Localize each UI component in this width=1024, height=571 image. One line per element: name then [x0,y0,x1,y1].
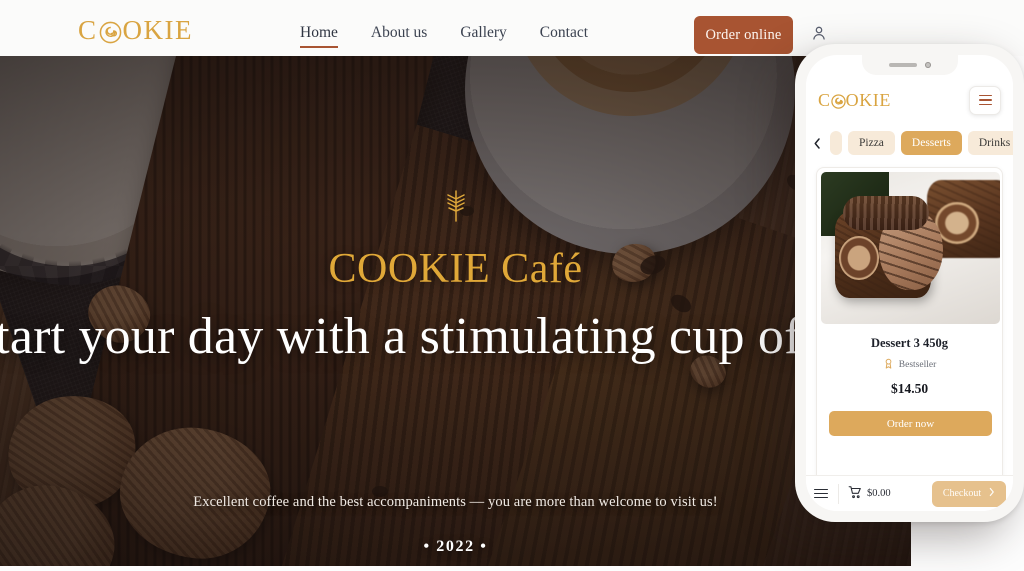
phone-notch [861,55,958,75]
hamburger-icon[interactable] [969,85,1001,115]
hero-eyebrow: COOKIE Café [328,246,583,292]
shopping-cart-icon [848,485,862,502]
category-pill-pizza[interactable]: Pizza [848,131,895,155]
user-icon[interactable] [810,24,828,42]
nav-item-about-us[interactable]: About us [371,25,427,48]
logo-text-after: OKIE [122,15,193,45]
cart-summary[interactable]: $0.00 [848,485,891,502]
hero-section: COOKIE Café Start your day with a stimul… [0,56,911,566]
hero-content: COOKIE Café Start your day with a stimul… [0,56,911,566]
swirl-cookie-icon [830,93,846,109]
front-camera-icon [924,62,931,68]
page-root: C OKIE Home About us Gallery Contact Ord… [0,0,1024,571]
badge-label: Bestseller [898,360,937,370]
logo-text-before: C [78,15,98,45]
swirl-cookie-icon [99,21,122,44]
nav-item-contact[interactable]: Contact [540,25,588,48]
chevron-right-icon [988,487,995,500]
phone-logo-text-after: OKIE [845,90,891,110]
product-image [821,172,1000,324]
category-pill-partial[interactable] [830,131,842,155]
phone-screen: C OKIE Pizza Desserts Drinks Dessert 3 4… [806,55,1013,511]
chevron-left-icon[interactable] [810,132,824,154]
nav-item-home[interactable]: Home [300,25,338,48]
category-pill-drinks[interactable]: Drinks [967,131,1013,155]
hero-year: • 2022 • [423,538,488,555]
checkout-button[interactable]: Checkout [932,480,1006,507]
main-nav: Home About us Gallery Contact [300,25,588,48]
site-logo[interactable]: C OKIE [78,17,193,44]
phone-bottom-bar: $0.00 Checkout [806,475,1013,511]
award-medal-icon [883,358,894,372]
order-online-button[interactable]: Order online [694,16,793,54]
phone-logo[interactable]: C OKIE [818,91,891,109]
hero-subtitle: Excellent coffee and the best accompanim… [193,494,718,510]
wheat-stalk-icon [443,188,469,222]
checkout-label: Checkout [942,488,982,499]
product-card[interactable]: Dessert 3 450g Bestseller $14.50 Order n… [816,167,1003,489]
speaker-grill-icon [888,63,917,67]
category-pill-desserts[interactable]: Desserts [900,131,962,155]
product-price: $14.50 [890,381,929,396]
product-title: Dessert 3 450g [870,336,949,350]
nav-item-gallery[interactable]: Gallery [460,25,506,48]
phone-mockup: C OKIE Pizza Desserts Drinks Dessert 3 4… [795,44,1024,522]
hamburger-icon[interactable] [813,487,829,501]
cart-total: $0.00 [867,488,891,499]
order-now-button[interactable]: Order now [829,411,992,436]
phone-logo-text-before: C [818,90,831,110]
hero-title: Start your day with a stimulating cup of… [0,308,911,365]
phone-app-header: C OKIE [806,75,1013,125]
category-pill-row: Pizza Desserts Drinks [806,125,1013,161]
status-badge: Bestseller [817,358,1002,372]
divider [838,483,839,504]
